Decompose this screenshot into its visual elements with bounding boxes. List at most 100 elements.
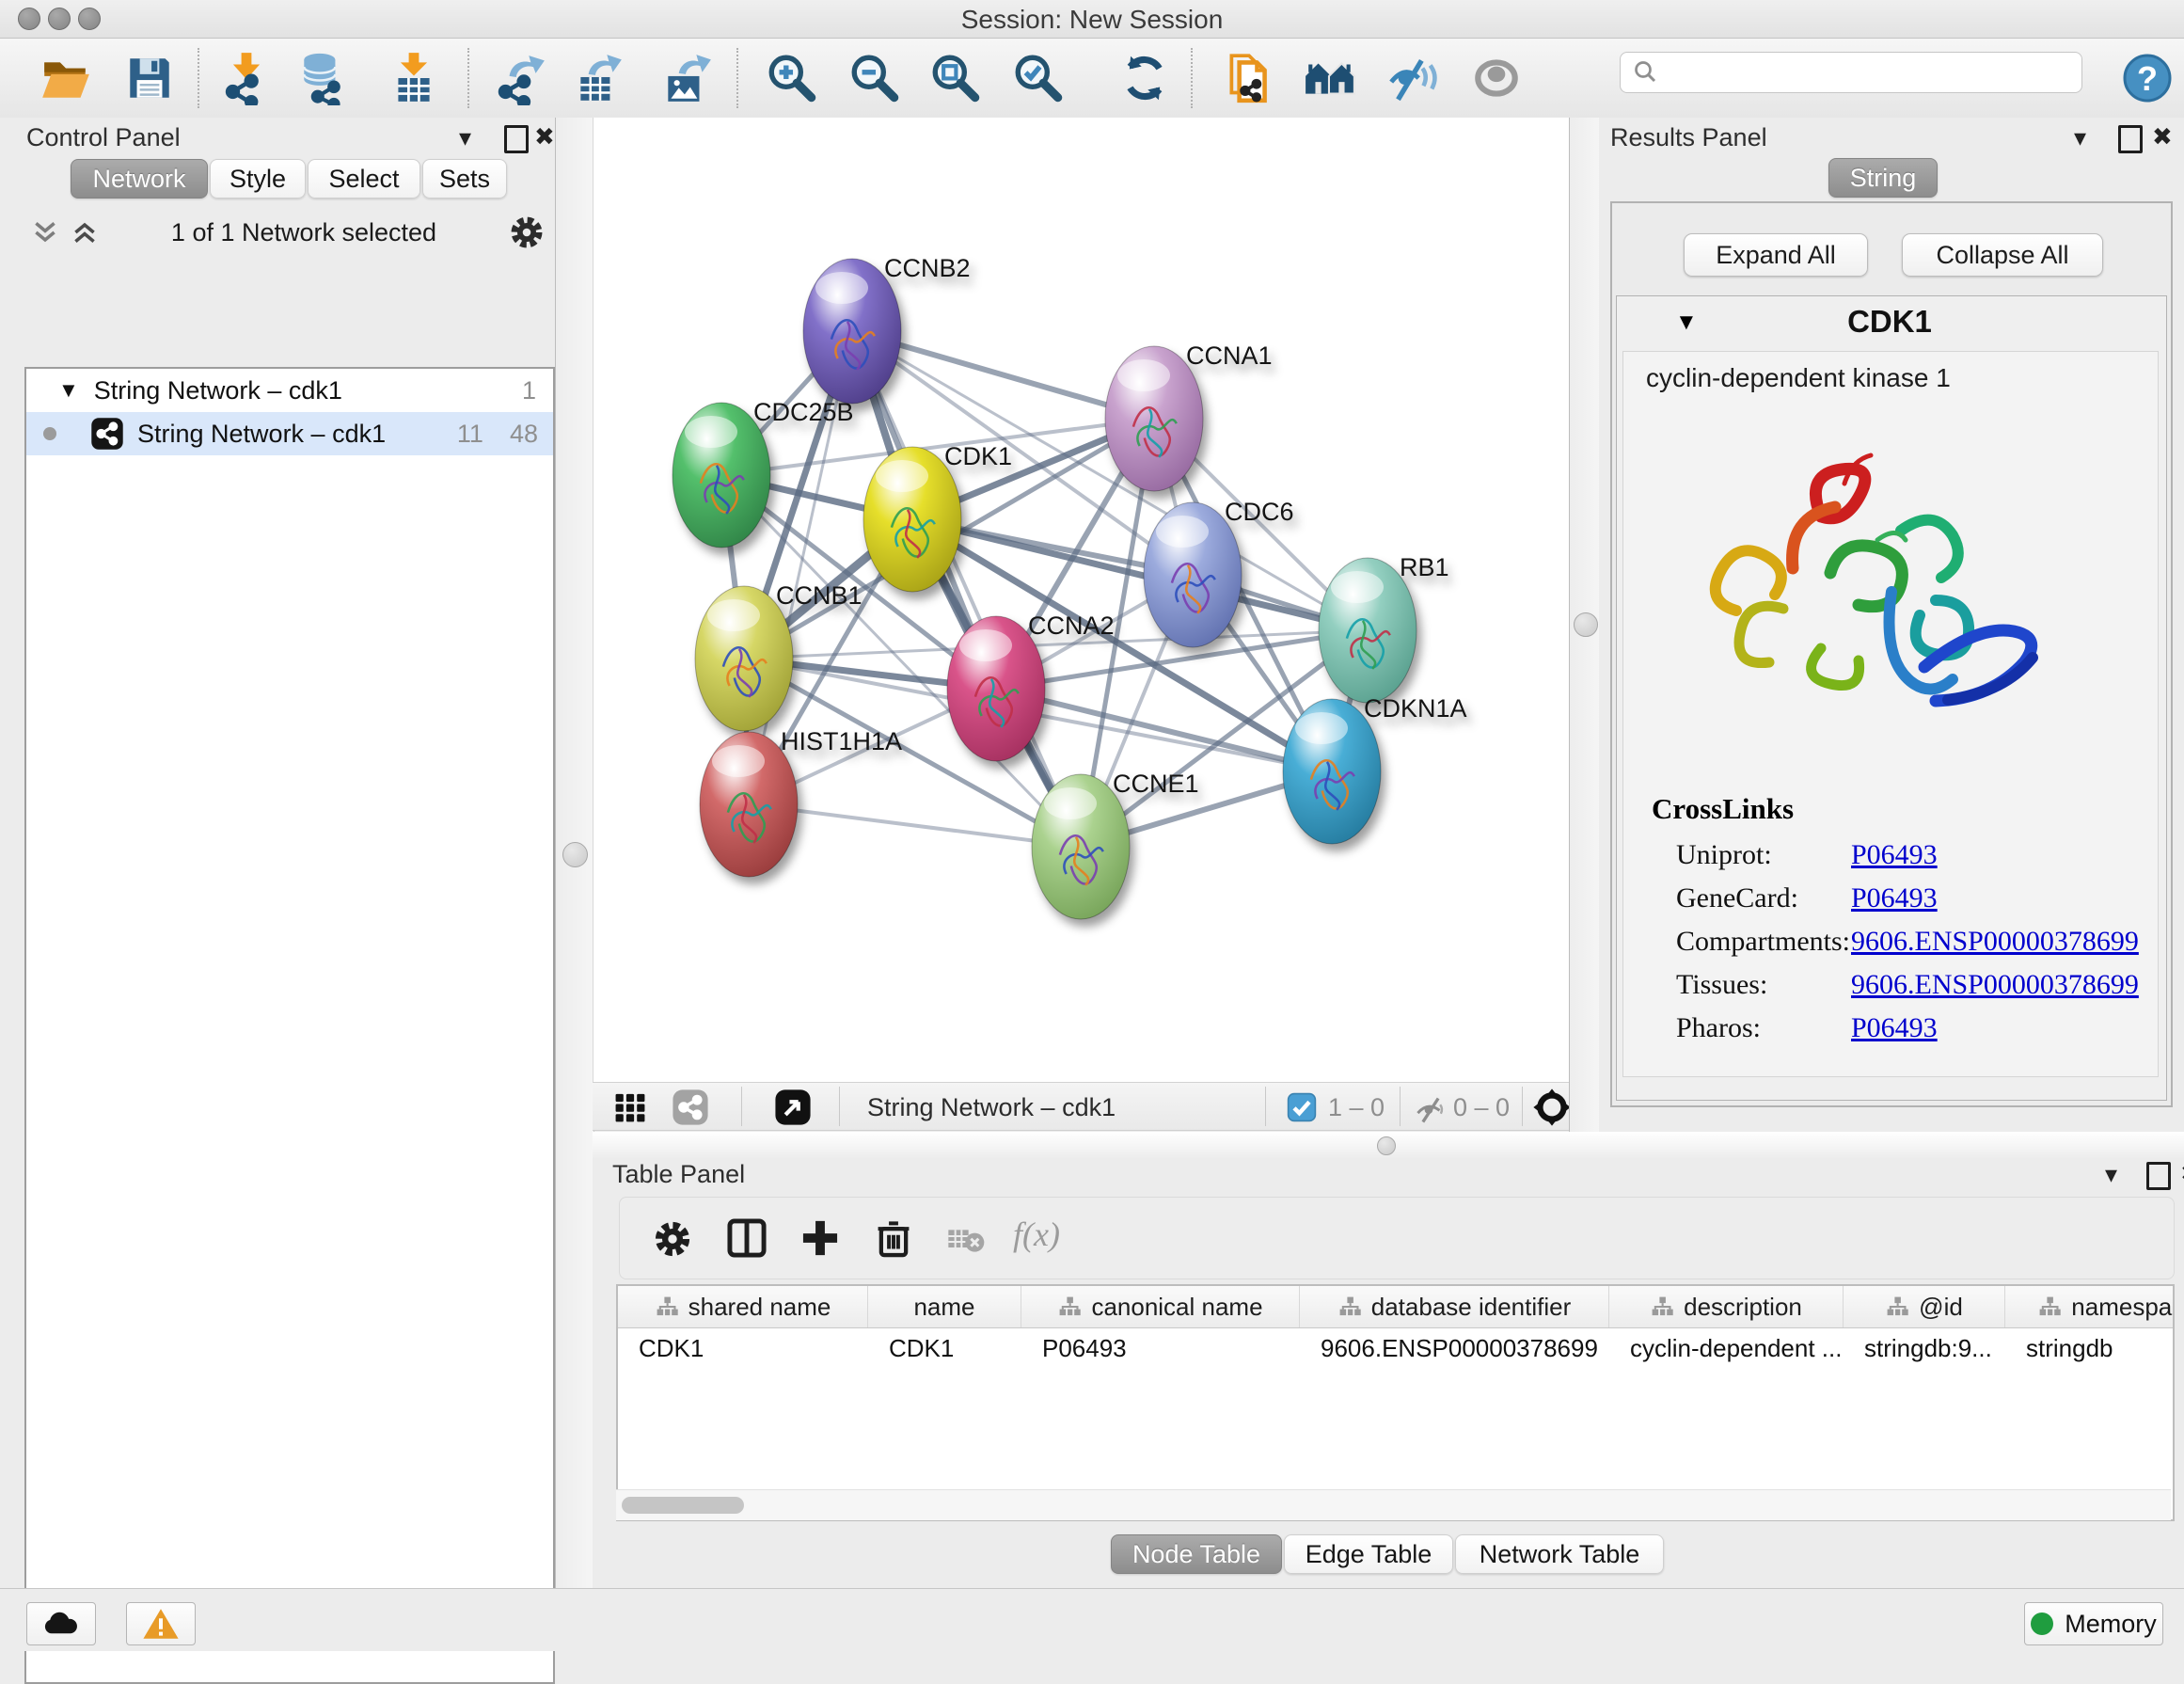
network-node-ccnb2[interactable]: CCNB2: [803, 254, 971, 404]
network-node-cdc25b[interactable]: CDC25B: [673, 398, 854, 548]
network-collection-row[interactable]: ▼ String Network – cdk1 1: [26, 369, 553, 412]
column-header--id[interactable]: @id: [1844, 1286, 2005, 1327]
column-header-description[interactable]: description: [1609, 1286, 1844, 1327]
crosslink-link[interactable]: P06493: [1851, 882, 1938, 914]
tab-node-table[interactable]: Node Table: [1111, 1534, 1282, 1574]
tab-sets[interactable]: Sets: [422, 159, 507, 199]
horizontal-splitter[interactable]: [593, 1132, 2184, 1158]
table-panel-close-icon[interactable]: ✖: [2180, 1161, 2184, 1185]
delete-column-icon[interactable]: [872, 1216, 915, 1260]
memory-button[interactable]: Memory: [2024, 1602, 2163, 1645]
zoom-in-icon[interactable]: [762, 50, 822, 106]
network-options-gear-icon[interactable]: [508, 214, 546, 251]
table-settings-gear-icon[interactable]: [652, 1218, 693, 1260]
results-panel-close-icon[interactable]: ✖: [2152, 124, 2173, 149]
results-panel-float-icon[interactable]: [2118, 125, 2143, 153]
column-header-database-identifier[interactable]: database identifier: [1300, 1286, 1609, 1327]
home-networks-icon[interactable]: [1300, 50, 1360, 106]
horizontal-splitter-handle[interactable]: [1377, 1136, 1396, 1155]
tab-style[interactable]: Style: [210, 159, 306, 199]
network-node-rb1[interactable]: RB1: [1319, 553, 1449, 703]
left-splitter-handle[interactable]: [562, 842, 588, 867]
hidden-eye-icon[interactable]: [1413, 1091, 1448, 1132]
export-network-icon[interactable]: [491, 50, 551, 106]
table-panel-float-icon[interactable]: [2146, 1162, 2171, 1190]
network-row-selected[interactable]: String Network – cdk1 11 48: [26, 412, 553, 455]
cloud-status-button[interactable]: [26, 1602, 96, 1645]
toolbar-separator: [1265, 1087, 1266, 1126]
import-table-file-icon[interactable]: [384, 50, 444, 106]
tab-select[interactable]: Select: [308, 159, 420, 199]
network-graph[interactable]: CCNB2CCNA1CDC25BCDK1CDC6RB1CCNB1CCNA2CDK…: [593, 118, 1568, 1080]
collection-expand-arrow-icon[interactable]: ▼: [58, 378, 79, 403]
import-network-file-icon[interactable]: [216, 50, 277, 106]
column-header-namespace[interactable]: namespace: [2005, 1286, 2175, 1327]
zoom-selected-icon[interactable]: [1008, 50, 1068, 106]
tab-edge-table[interactable]: Edge Table: [1284, 1534, 1453, 1574]
export-image-icon[interactable]: [657, 50, 717, 106]
warnings-button[interactable]: [126, 1602, 196, 1645]
network-node-hist1h1a[interactable]: HIST1H1A: [700, 727, 902, 877]
node-table[interactable]: shared namenamecanonical namedatabase id…: [616, 1284, 2175, 1521]
network-node-ccna1[interactable]: CCNA1: [1105, 342, 1273, 491]
table-cell[interactable]: cyclin-dependent ...: [1609, 1328, 1844, 1368]
table-cell[interactable]: stringdb: [2005, 1328, 2175, 1368]
save-session-icon[interactable]: [119, 50, 180, 106]
crosslink-link[interactable]: P06493: [1851, 839, 1938, 871]
column-header-canonical-name[interactable]: canonical name: [1021, 1286, 1300, 1327]
table-cell[interactable]: CDK1: [868, 1328, 1021, 1368]
network-node-ccna2[interactable]: CCNA2: [947, 612, 1115, 761]
import-network-database-icon[interactable]: [293, 50, 354, 106]
export-table-icon[interactable]: [568, 50, 628, 106]
control-panel-close-icon[interactable]: ✖: [534, 124, 555, 149]
table-cell[interactable]: P06493: [1021, 1328, 1300, 1368]
birdseye-view-icon[interactable]: [774, 1088, 812, 1131]
control-panel-menu-icon[interactable]: ▾: [459, 125, 471, 150]
horizontal-scrollbar[interactable]: [622, 1497, 744, 1514]
preview-eye-icon[interactable]: [1466, 50, 1527, 106]
table-cell[interactable]: 9606.ENSP00000378699: [1300, 1328, 1609, 1368]
zoom-fit-icon[interactable]: [926, 50, 986, 106]
crosslink-link[interactable]: 9606.ENSP00000378699: [1851, 969, 2139, 1001]
crosslink-link[interactable]: P06493: [1851, 1012, 1938, 1044]
table-cell[interactable]: CDK1: [618, 1328, 868, 1368]
left-splitter[interactable]: [555, 118, 594, 1588]
show-hide-graphics-icon[interactable]: [1383, 50, 1443, 106]
column-type-icon: [1650, 1295, 1674, 1319]
collapse-all-icon[interactable]: [30, 217, 60, 247]
collapse-all-button[interactable]: Collapse All: [1902, 233, 2103, 277]
network-badge-icon[interactable]: [672, 1088, 709, 1131]
column-header-shared-name[interactable]: shared name: [618, 1286, 868, 1327]
results-panel-menu-icon[interactable]: ▾: [2074, 125, 2086, 150]
table-panel-menu-icon[interactable]: ▾: [2105, 1162, 2117, 1186]
right-splitter[interactable]: [1569, 118, 1601, 1132]
show-columns-icon[interactable]: [725, 1216, 768, 1260]
navigate-crosshair-icon[interactable]: [1531, 1087, 1573, 1133]
tab-network[interactable]: Network: [71, 159, 208, 199]
open-session-icon[interactable]: [36, 50, 96, 106]
column-header-name[interactable]: name: [868, 1286, 1021, 1327]
search-input[interactable]: [1660, 54, 2081, 91]
search-icon: [1632, 58, 1660, 87]
expand-all-button[interactable]: Expand All: [1684, 233, 1868, 277]
tab-network-table[interactable]: Network Table: [1455, 1534, 1664, 1574]
tab-string[interactable]: String: [1828, 158, 1938, 198]
network-node-ccne1[interactable]: CCNE1: [1032, 770, 1199, 919]
selected-checkbox-icon[interactable]: [1287, 1092, 1317, 1127]
refresh-view-icon[interactable]: [1115, 50, 1175, 106]
expand-all-icon[interactable]: [70, 217, 100, 247]
table-cell[interactable]: stringdb:9...: [1844, 1328, 2005, 1368]
stringify-file-icon[interactable]: [1219, 50, 1279, 106]
control-panel-float-icon[interactable]: [504, 125, 529, 153]
zoom-out-icon[interactable]: [845, 50, 905, 106]
network-node-cdkn1a[interactable]: CDKN1A: [1283, 694, 1467, 844]
network-canvas[interactable]: CCNB2CCNA1CDC25BCDK1CDC6RB1CCNB1CCNA2CDK…: [593, 118, 1569, 1082]
grid-view-icon[interactable]: [613, 1090, 647, 1129]
network-node-cdc6[interactable]: CDC6: [1144, 498, 1294, 647]
crosslink-link[interactable]: 9606.ENSP00000378699: [1851, 926, 2139, 958]
gene-collapse-arrow-icon[interactable]: ▼: [1675, 310, 1698, 336]
right-splitter-handle[interactable]: [1574, 612, 1598, 637]
table-row[interactable]: CDK1CDK1P064939606.ENSP00000378699cyclin…: [618, 1328, 2173, 1368]
help-icon[interactable]: ?: [2117, 50, 2177, 106]
add-column-icon[interactable]: [799, 1216, 842, 1260]
